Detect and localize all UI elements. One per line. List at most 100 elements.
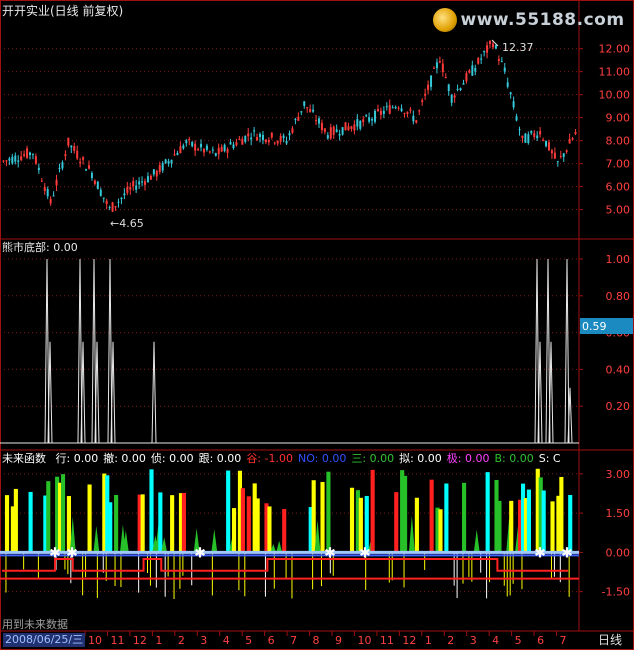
future-bar bbox=[438, 509, 443, 553]
candle-body bbox=[96, 181, 99, 190]
candle-body bbox=[409, 109, 412, 111]
future-field-1: 撤: 0.00 bbox=[103, 452, 146, 465]
candle-body bbox=[341, 127, 344, 135]
candle-body bbox=[202, 148, 205, 153]
candle-body bbox=[350, 126, 353, 129]
candle-body bbox=[99, 189, 102, 196]
candle-body bbox=[320, 122, 323, 131]
candle-body bbox=[524, 133, 527, 143]
candle-body bbox=[111, 202, 114, 212]
candle-body bbox=[556, 161, 559, 163]
month-tick-label: 5 bbox=[515, 634, 522, 647]
chart-canvas[interactable]: 12.0011.0010.009.008.007.006.005.0012.37… bbox=[0, 0, 634, 650]
candle-body bbox=[34, 156, 37, 164]
indicator-tick-label: 0.20 bbox=[606, 400, 631, 413]
candle-body bbox=[462, 83, 465, 85]
watermark-text: www.55188.com bbox=[460, 10, 625, 30]
candle-body bbox=[459, 88, 462, 91]
candle-body bbox=[403, 113, 406, 115]
future-triangle bbox=[276, 540, 283, 553]
candle-body bbox=[385, 106, 388, 108]
indicator-spike bbox=[47, 341, 53, 444]
candle-body bbox=[61, 162, 64, 169]
candle-body bbox=[29, 152, 32, 156]
price-tick-label: 7.00 bbox=[606, 158, 631, 171]
candle-body bbox=[418, 110, 421, 112]
future-bar bbox=[267, 506, 272, 553]
price-tick-label: 6.00 bbox=[606, 181, 631, 194]
indicator-panel-header: 熊市底部: 0.00 bbox=[2, 241, 78, 255]
indicator-tick-label: 0.80 bbox=[606, 290, 631, 303]
future-triangle bbox=[473, 529, 480, 553]
month-tick-label: 4 bbox=[492, 634, 499, 647]
candle-body bbox=[85, 169, 88, 171]
candle-body bbox=[300, 111, 303, 113]
indicator-value: : 0.00 bbox=[46, 241, 78, 254]
candle-body bbox=[397, 107, 400, 109]
candle-body bbox=[282, 135, 285, 139]
future-field-8: 极: 0.00 bbox=[446, 452, 490, 465]
candle-body bbox=[371, 118, 374, 121]
candle-body bbox=[144, 181, 147, 185]
candle-body bbox=[132, 180, 135, 187]
candle-body bbox=[362, 119, 365, 123]
candle-body bbox=[126, 186, 129, 193]
candle-body bbox=[261, 134, 264, 141]
future-triangle bbox=[93, 525, 100, 553]
candle-body bbox=[424, 93, 427, 96]
candle-body bbox=[223, 144, 226, 152]
indicator-spike bbox=[564, 258, 570, 444]
candle-body bbox=[229, 142, 232, 145]
candle-body bbox=[82, 157, 85, 160]
month-tick-label: 8 bbox=[313, 634, 320, 647]
future-bar bbox=[526, 489, 531, 553]
period-button[interactable]: 日线 bbox=[588, 631, 632, 649]
candle-body bbox=[64, 154, 67, 157]
candle-body bbox=[294, 119, 297, 121]
candle-body bbox=[309, 109, 312, 113]
candle-body bbox=[220, 146, 223, 152]
candle-body bbox=[226, 149, 229, 153]
candle-body bbox=[335, 129, 338, 133]
candle-body bbox=[256, 137, 259, 141]
candle-body bbox=[49, 198, 52, 204]
candle-body bbox=[353, 124, 356, 131]
candle-body bbox=[5, 160, 8, 162]
candle-body bbox=[73, 146, 76, 151]
month-tick-label: 10 bbox=[88, 634, 102, 647]
watermark-logo: www.55188.com bbox=[433, 8, 625, 32]
future-bar bbox=[485, 472, 490, 553]
future-bar bbox=[226, 470, 231, 553]
candle-body bbox=[500, 61, 503, 63]
candle-body bbox=[176, 153, 179, 156]
price-tick-label: 8.00 bbox=[606, 135, 631, 148]
candle-body bbox=[285, 141, 288, 144]
candle-body bbox=[545, 140, 548, 147]
future-field-3: 跟: 0.00 bbox=[198, 452, 242, 465]
future-field-4: 谷: -1.00 bbox=[246, 452, 293, 465]
future-star-icon: ✱ bbox=[534, 545, 546, 561]
candle-body bbox=[70, 145, 73, 148]
future-bar bbox=[370, 469, 375, 553]
candle-body bbox=[530, 130, 533, 134]
candle-body bbox=[211, 149, 214, 151]
high-marker-label: 12.37 bbox=[502, 41, 534, 54]
candle-body bbox=[421, 100, 424, 102]
future-star-icon: ✱ bbox=[359, 545, 371, 561]
candle-body bbox=[497, 59, 500, 61]
month-tick-label: 12 bbox=[402, 634, 416, 647]
candle-body bbox=[194, 143, 197, 151]
candle-body bbox=[40, 180, 43, 182]
candle-body bbox=[512, 101, 515, 108]
candle-body bbox=[250, 137, 253, 140]
candle-body bbox=[326, 135, 329, 139]
month-tick-label: 1 bbox=[425, 634, 432, 647]
candle-body bbox=[394, 107, 397, 109]
price-tick-label: 10.00 bbox=[599, 89, 631, 102]
future-bar bbox=[320, 481, 325, 553]
candle-body bbox=[338, 134, 341, 136]
candle-body bbox=[391, 107, 394, 109]
future-tick-label: -1.50 bbox=[602, 586, 630, 599]
candle-body bbox=[105, 200, 108, 205]
future-bar bbox=[311, 480, 316, 553]
